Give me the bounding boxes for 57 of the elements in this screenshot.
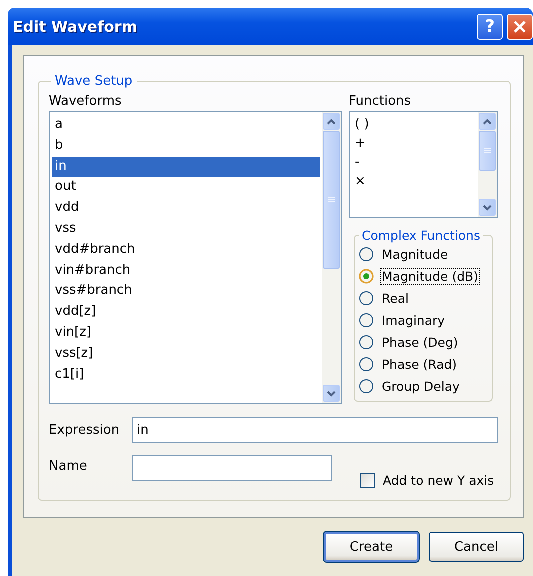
list-item[interactable]: ×: [352, 172, 476, 191]
radio-button[interactable]: [359, 334, 374, 350]
scroll-up-button[interactable]: [323, 113, 340, 130]
list-item[interactable]: out: [52, 177, 320, 198]
list-item[interactable]: vss: [52, 218, 320, 240]
radio-button[interactable]: [359, 290, 374, 306]
scroll-thumb[interactable]: [479, 131, 496, 171]
waveforms-label: Waveforms: [49, 94, 123, 109]
name-field[interactable]: [132, 455, 332, 481]
radio-label[interactable]: Magnitude (dB): [381, 268, 480, 284]
scroll-thumb[interactable]: [323, 131, 340, 269]
dialog-button[interactable]: Create: [324, 532, 419, 562]
dialog-button[interactable]: Cancel: [429, 532, 524, 562]
list-item[interactable]: vss#branch: [52, 281, 320, 302]
radio-button[interactable]: [359, 246, 374, 262]
window-title: Edit Waveform: [13, 18, 138, 36]
expression-label: Expression: [49, 422, 121, 438]
radio-label[interactable]: Real: [381, 290, 410, 306]
checkbox[interactable]: [360, 473, 375, 488]
list-item[interactable]: ( ): [352, 115, 476, 134]
radio-button[interactable]: [359, 356, 374, 372]
close-icon: [513, 20, 527, 34]
grip-icon: [328, 197, 335, 203]
radio-button[interactable]: [359, 312, 374, 328]
group-title: Complex Functions: [361, 228, 482, 243]
scroll-down-button[interactable]: [479, 199, 496, 216]
list-item[interactable]: vdd: [52, 198, 320, 219]
list-item[interactable]: +: [352, 134, 476, 153]
list-item[interactable]: in: [52, 156, 320, 178]
radio-button[interactable]: [359, 268, 374, 284]
radio-label[interactable]: Magnitude: [381, 246, 450, 262]
list-item[interactable]: vdd[z]: [52, 302, 320, 323]
list-item[interactable]: b: [52, 136, 320, 157]
functions-label: Functions: [349, 94, 412, 109]
list-item[interactable]: a: [52, 115, 320, 136]
expression-field[interactable]: in: [132, 417, 498, 443]
scrollbar[interactable]: [322, 112, 341, 403]
radio-label[interactable]: Phase (Rad): [381, 356, 458, 372]
name-label: Name: [49, 459, 88, 474]
radio-label[interactable]: Phase (Deg): [381, 334, 460, 350]
list-item[interactable]: vss[z]: [52, 344, 320, 365]
help-button[interactable]: ?: [477, 14, 503, 40]
radio-button[interactable]: [359, 378, 374, 394]
list-item[interactable]: vin#branch: [52, 260, 320, 282]
group-title: Wave Setup: [54, 74, 134, 89]
checkbox-label[interactable]: Add to new Y axis: [383, 473, 494, 488]
list-item[interactable]: -: [352, 153, 476, 172]
grip-icon: [484, 148, 491, 154]
radio-label[interactable]: Group Delay: [381, 378, 461, 394]
radio-label[interactable]: Imaginary: [381, 312, 446, 328]
scroll-up-button[interactable]: [479, 113, 496, 130]
list-item[interactable]: vdd#branch: [52, 240, 320, 261]
list-item[interactable]: c1[i]: [52, 364, 320, 386]
scrollbar[interactable]: [478, 112, 497, 217]
scroll-down-button[interactable]: [323, 385, 340, 402]
list-item[interactable]: vin[z]: [52, 322, 320, 344]
close-button[interactable]: [507, 14, 533, 40]
